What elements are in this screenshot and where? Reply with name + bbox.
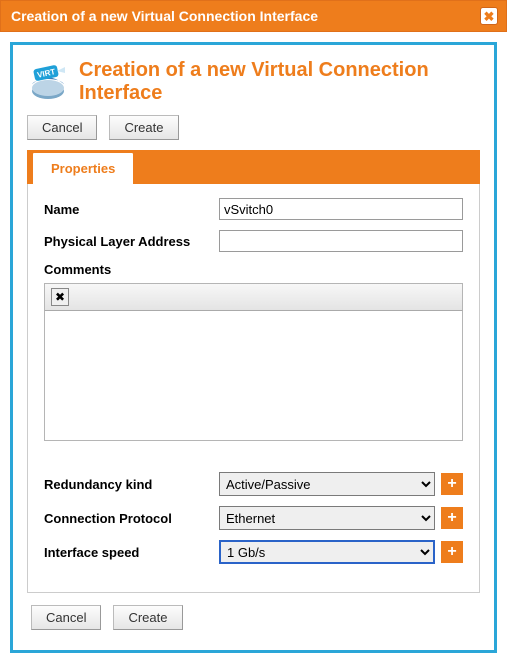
tab-bar: Properties	[27, 150, 480, 184]
dialog-window: Creation of a new Virtual Connection Int…	[0, 0, 507, 653]
redundancy-select[interactable]: Active/Passive	[219, 472, 435, 496]
dialog-title: Creation of a new Virtual Connection Int…	[11, 8, 318, 24]
comments-textarea[interactable]	[44, 311, 463, 441]
name-label: Name	[44, 202, 219, 217]
plus-icon: +	[447, 544, 456, 560]
row-protocol: Connection Protocol Ethernet +	[44, 506, 463, 530]
create-button-top[interactable]: Create	[109, 115, 178, 140]
cancel-button-top[interactable]: Cancel	[27, 115, 97, 140]
x-icon: ✖	[55, 290, 65, 304]
redundancy-label: Redundancy kind	[44, 477, 219, 492]
speed-select[interactable]: 1 Gb/s	[219, 540, 435, 564]
page-title: Creation of a new Virtual Connection Int…	[79, 59, 480, 105]
plus-icon: +	[447, 510, 456, 526]
title-bar: Creation of a new Virtual Connection Int…	[0, 0, 507, 32]
tab-properties[interactable]: Properties	[32, 152, 134, 184]
row-comments: Comments ✖	[44, 262, 463, 444]
pla-input[interactable]	[219, 230, 463, 252]
pla-label: Physical Layer Address	[44, 234, 219, 249]
create-button-bottom[interactable]: Create	[113, 605, 182, 630]
spacer	[44, 462, 463, 472]
comments-label: Comments	[44, 262, 463, 277]
form-area: Name Physical Layer Address Comments ✖ R…	[27, 184, 480, 593]
virt-icon: VIRT	[27, 61, 69, 103]
speed-label: Interface speed	[44, 545, 219, 560]
row-redundancy: Redundancy kind Active/Passive +	[44, 472, 463, 496]
redundancy-add-button[interactable]: +	[441, 473, 463, 495]
toolbar-clear-button[interactable]: ✖	[51, 288, 69, 306]
close-icon: ✖	[484, 10, 495, 23]
row-name: Name	[44, 198, 463, 220]
plus-icon: +	[447, 476, 456, 492]
speed-add-button[interactable]: +	[441, 541, 463, 563]
protocol-select[interactable]: Ethernet	[219, 506, 435, 530]
cancel-button-bottom[interactable]: Cancel	[31, 605, 101, 630]
row-pla: Physical Layer Address	[44, 230, 463, 252]
bottom-button-row: Cancel Create	[31, 605, 476, 630]
dialog-body: VIRT Creation of a new Virtual Connectio…	[10, 42, 497, 653]
close-button[interactable]: ✖	[480, 7, 498, 25]
row-speed: Interface speed 1 Gb/s +	[44, 540, 463, 564]
comments-toolbar: ✖	[44, 283, 463, 311]
top-button-row: Cancel Create	[27, 115, 480, 140]
header-row: VIRT Creation of a new Virtual Connectio…	[27, 59, 480, 105]
protocol-label: Connection Protocol	[44, 511, 219, 526]
name-input[interactable]	[219, 198, 463, 220]
protocol-add-button[interactable]: +	[441, 507, 463, 529]
